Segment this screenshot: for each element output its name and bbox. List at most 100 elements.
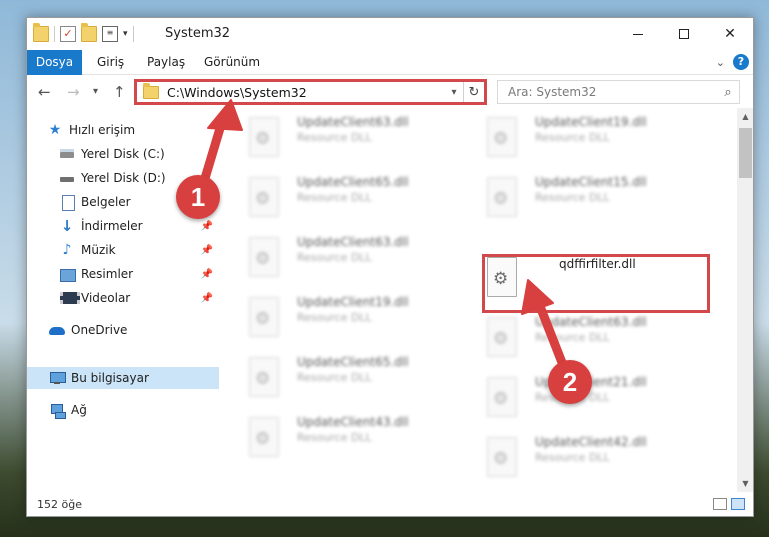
file-name: UpdateClient65.dll — [297, 355, 409, 369]
forward-arrow-icon[interactable]: → — [67, 83, 80, 101]
expand-ribbon-icon[interactable]: ⌄ — [716, 56, 725, 69]
address-path[interactable]: C:\Windows\System32 — [167, 85, 445, 100]
file-highlight-box — [482, 254, 710, 313]
title-bar: ✓ ≡ ▾ System32 ✕ — [27, 18, 753, 50]
window-controls: ✕ — [615, 18, 753, 50]
dll-file-icon — [249, 297, 279, 337]
nav-item-onedrive[interactable]: OneDrive — [27, 319, 219, 341]
pin-icon[interactable]: 📌 — [201, 245, 213, 256]
nav-item-music[interactable]: ♪ Müzik 📌 — [27, 239, 219, 261]
toolbar-separator — [132, 26, 134, 42]
address-bar[interactable]: C:\Windows\System32 ▾ ↻ — [134, 79, 487, 105]
file-item[interactable]: UpdateClient65.dll Resource DLL — [247, 175, 477, 225]
tab-home[interactable]: Giriş — [97, 50, 124, 75]
properties-icon[interactable]: ≡ — [102, 26, 118, 42]
step-2-badge: 2 — [548, 360, 592, 404]
tab-share[interactable]: Paylaş — [147, 50, 185, 75]
quick-access-toolbar: ✓ ≡ ▾ — [33, 23, 134, 43]
nav-item-this-pc[interactable]: Bu bilgisayar — [27, 367, 219, 389]
details-view-icon[interactable] — [713, 498, 727, 510]
recent-locations-chevron-icon[interactable]: ▾ — [93, 86, 98, 97]
nav-item-label: Yerel Disk (D:) — [81, 171, 166, 185]
search-box[interactable]: Ara: System32 ⌕ — [497, 80, 740, 104]
nav-item-label: Ağ — [71, 403, 87, 417]
file-item[interactable]: UpdateClient63.dll Resource DLL — [485, 315, 715, 365]
nav-item-label: Bu bilgisayar — [71, 371, 149, 385]
nav-item-label: Resimler — [81, 267, 134, 281]
file-list: UpdateClient63.dll Resource DLL UpdateCl… — [221, 108, 737, 492]
ribbon-tabs: Dosya Giriş Paylaş Görünüm ⌄ ? — [27, 50, 753, 75]
up-arrow-icon[interactable]: ↑ — [113, 83, 126, 101]
maximize-button[interactable] — [661, 18, 707, 50]
file-name: UpdateClient63.dll — [297, 115, 409, 129]
dll-file-icon — [249, 417, 279, 457]
file-description: Resource DLL — [297, 131, 372, 144]
dll-file-icon — [249, 357, 279, 397]
dll-file-icon — [487, 437, 517, 477]
properties-check-icon[interactable]: ✓ — [60, 26, 76, 42]
file-description: Resource DLL — [535, 131, 610, 144]
scroll-thumb[interactable] — [739, 128, 752, 178]
file-item[interactable]: UpdateClient65.dll Resource DLL — [247, 355, 477, 405]
file-description: Resource DLL — [297, 251, 372, 264]
nav-item-quick-access[interactable]: ★ Hızlı erişim — [27, 119, 219, 141]
dll-file-icon — [487, 317, 517, 357]
maximize-icon — [679, 29, 689, 39]
nav-item-local-disk-c[interactable]: Yerel Disk (C:) — [27, 143, 219, 165]
file-name: UpdateClient15.dll — [535, 175, 647, 189]
nav-item-network[interactable]: Ağ — [27, 399, 219, 421]
minimize-button[interactable] — [615, 18, 661, 50]
file-item[interactable]: UpdateClient15.dll Resource DLL — [485, 175, 715, 225]
tab-file[interactable]: Dosya — [27, 50, 82, 75]
file-item[interactable]: UpdateClient63.dll Resource DLL — [247, 115, 477, 165]
close-button[interactable]: ✕ — [707, 18, 753, 50]
navigation-pane: ★ Hızlı erişim Yerel Disk (C:) Yerel Dis… — [27, 108, 219, 492]
search-input[interactable]: Ara: System32 — [508, 85, 717, 99]
folder-icon — [33, 23, 49, 42]
file-item[interactable]: UpdateClient19.dll Resource DLL — [485, 115, 715, 165]
file-description: Resource DLL — [297, 371, 372, 384]
nav-item-downloads[interactable]: ↓ İndirmeler 📌 — [27, 215, 219, 237]
this-pc-icon — [49, 370, 66, 386]
file-name: UpdateClient19.dll — [297, 295, 409, 309]
nav-item-videos[interactable]: Videolar 📌 — [27, 287, 219, 309]
new-folder-icon[interactable] — [81, 23, 97, 42]
refresh-icon[interactable]: ↻ — [464, 85, 484, 100]
search-icon[interactable]: ⌕ — [717, 85, 739, 100]
dll-file-icon — [487, 177, 517, 217]
view-toggle — [713, 498, 745, 510]
file-name: UpdateClient19.dll — [535, 115, 647, 129]
file-item[interactable]: UpdateClient21.dll Resource DLL — [485, 375, 715, 425]
file-description: Resource DLL — [297, 431, 372, 444]
pin-icon[interactable]: 📌 — [201, 269, 213, 280]
pictures-icon — [59, 266, 76, 282]
file-description: Resource DLL — [535, 331, 610, 344]
file-item[interactable]: UpdateClient43.dll Resource DLL — [247, 415, 477, 465]
scroll-up-icon[interactable]: ▲ — [737, 108, 753, 125]
minimize-icon — [633, 33, 643, 35]
file-description: Resource DLL — [297, 311, 372, 324]
videos-icon — [59, 290, 80, 306]
network-icon — [49, 402, 66, 419]
help-icon[interactable]: ? — [733, 54, 749, 70]
file-item[interactable]: UpdateClient19.dll Resource DLL — [247, 295, 477, 345]
dll-file-icon — [249, 117, 279, 157]
file-name: UpdateClient43.dll — [297, 415, 409, 429]
back-arrow-icon[interactable]: ← — [38, 83, 51, 101]
drive-icon — [59, 146, 75, 162]
qat-dropdown-icon[interactable]: ▾ — [123, 29, 128, 39]
file-name: UpdateClient63.dll — [297, 235, 409, 249]
file-item[interactable]: UpdateClient42.dll Resource DLL — [485, 435, 715, 485]
pin-icon[interactable]: 📌 — [201, 293, 213, 304]
star-icon: ★ — [48, 122, 62, 138]
scroll-down-icon[interactable]: ▼ — [737, 475, 753, 492]
nav-item-pictures[interactable]: Resimler 📌 — [27, 263, 219, 285]
file-item[interactable]: UpdateClient63.dll Resource DLL — [247, 235, 477, 285]
vertical-scrollbar[interactable]: ▲ ▼ — [737, 108, 753, 492]
pin-icon[interactable]: 📌 — [201, 221, 213, 232]
tab-view[interactable]: Görünüm — [204, 50, 260, 75]
tiles-view-icon[interactable] — [731, 498, 745, 510]
documents-icon — [59, 194, 75, 211]
file-name: UpdateClient63.dll — [535, 315, 647, 329]
address-dropdown-icon[interactable]: ▾ — [445, 87, 463, 98]
